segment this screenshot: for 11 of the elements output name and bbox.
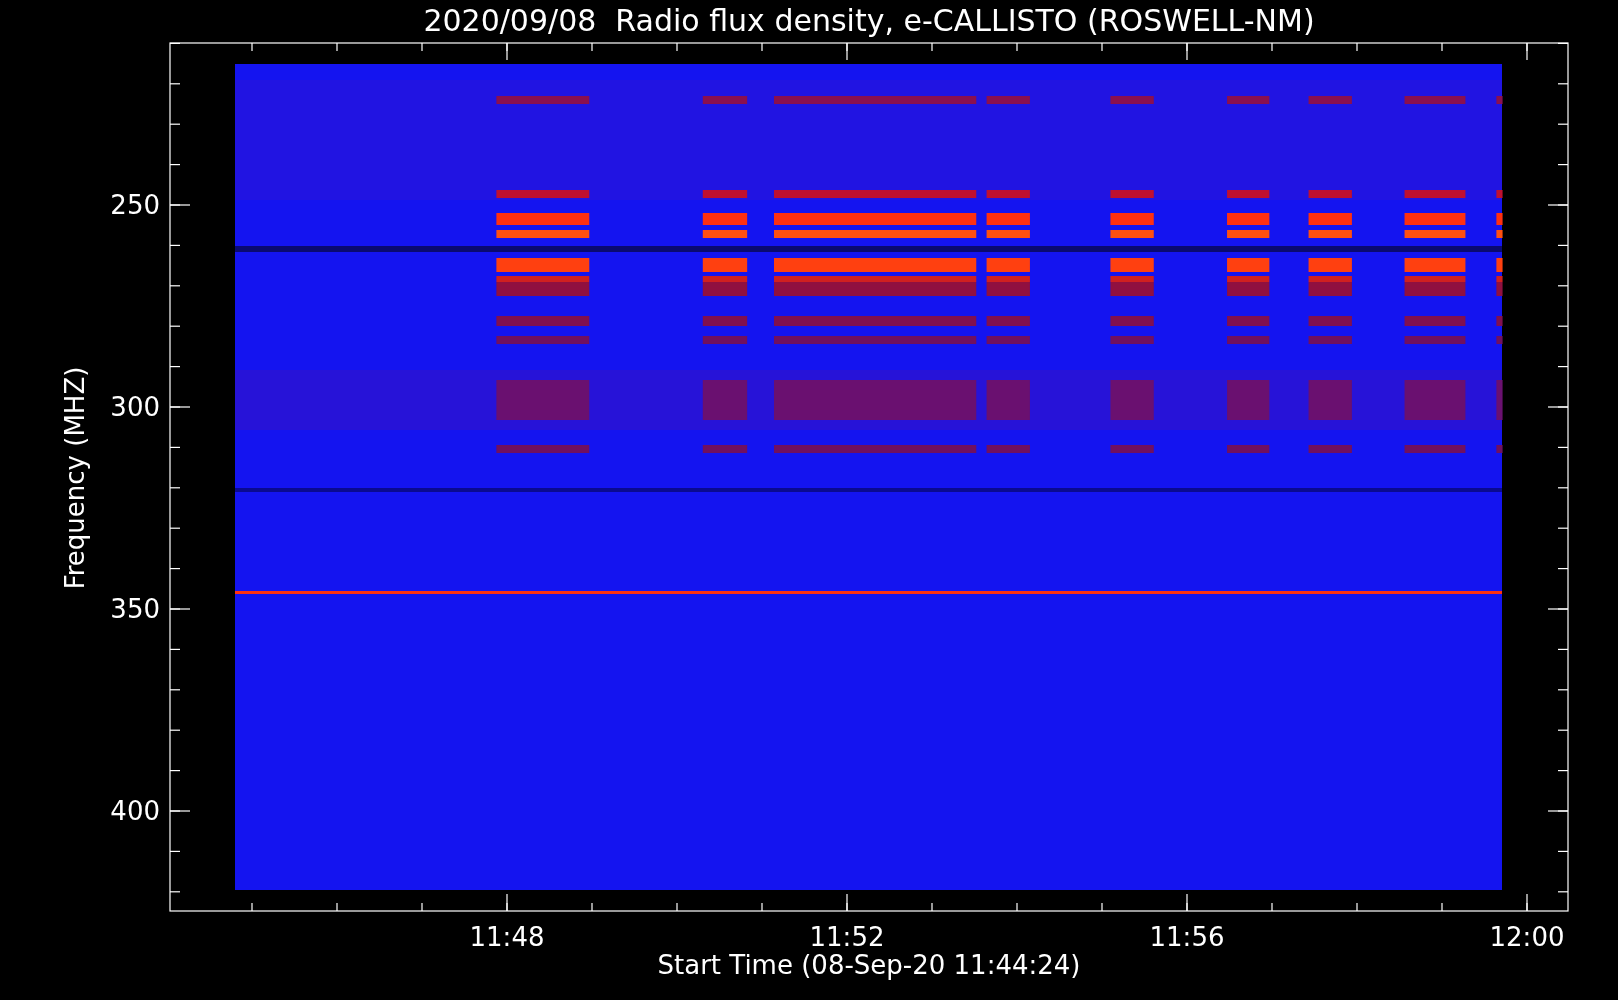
x-tick-label: 12:00 <box>1489 922 1565 952</box>
x-tick-label: 11:48 <box>469 922 545 952</box>
x-axis-label: Start Time (08-Sep-20 11:44:24) <box>657 950 1081 980</box>
y-tick-label: 350 <box>110 594 160 624</box>
y-axis-label: Frequency (MHZ) <box>60 366 90 590</box>
x-tick-label: 11:52 <box>809 922 885 952</box>
y-tick-label: 300 <box>110 392 160 422</box>
x-tick-label: 11:56 <box>1149 922 1225 952</box>
y-tick-label: 250 <box>110 190 160 220</box>
y-tick-label: 400 <box>110 796 160 826</box>
chart-title: 2020/09/08 Radio flux density, e-CALLISTO (ROSWELL-NM) <box>423 3 1315 38</box>
